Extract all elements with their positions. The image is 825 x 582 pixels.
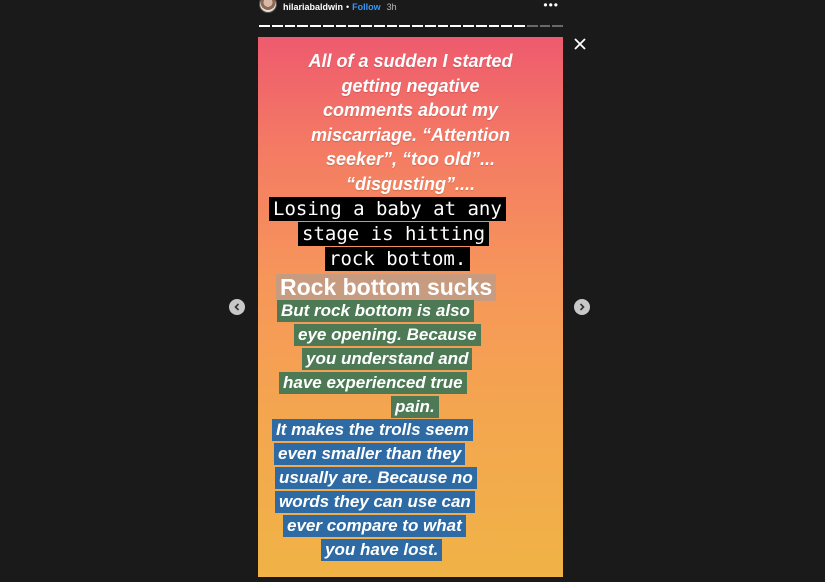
next-story-button[interactable] bbox=[574, 299, 590, 315]
progress-segment bbox=[539, 25, 551, 27]
more-dots-icon[interactable]: ••• bbox=[543, 0, 559, 11]
progress-segment bbox=[386, 25, 398, 27]
green-line: have experienced true bbox=[279, 372, 467, 394]
progress-segment bbox=[284, 25, 296, 27]
blue-line: ever compare to what bbox=[283, 515, 466, 537]
progress-segment bbox=[322, 25, 334, 27]
green-line: pain. bbox=[391, 396, 439, 418]
story-progress-bar bbox=[259, 25, 563, 27]
post-time: 3h bbox=[386, 2, 397, 12]
progress-segment bbox=[335, 25, 347, 27]
story-header: hilariabaldwin • Follow 3h ••• bbox=[259, 0, 563, 14]
progress-segment bbox=[348, 25, 359, 27]
progress-segment bbox=[475, 25, 487, 27]
blue-line: usually are. Because no bbox=[275, 467, 477, 489]
mono-line: stage is hitting bbox=[298, 222, 490, 246]
green-line: eye opening. Because bbox=[294, 324, 481, 346]
progress-segment bbox=[297, 25, 308, 27]
blue-line: you have lost. bbox=[321, 539, 443, 561]
progress-segment bbox=[514, 25, 525, 27]
avatar[interactable] bbox=[259, 0, 277, 13]
chevron-right-icon bbox=[579, 303, 585, 311]
progress-segment bbox=[488, 25, 500, 27]
blue-line: words they can use can bbox=[275, 491, 475, 513]
mono-line: rock bottom. bbox=[325, 247, 471, 271]
progress-segment bbox=[552, 25, 563, 27]
prev-story-button[interactable] bbox=[229, 299, 245, 315]
progress-segment bbox=[361, 25, 372, 27]
progress-segment bbox=[450, 25, 461, 27]
progress-segment bbox=[526, 25, 538, 27]
close-icon[interactable] bbox=[572, 36, 588, 52]
intro-line: getting negative bbox=[341, 75, 480, 96]
intro-line: comments about my bbox=[322, 100, 499, 120]
chevron-left-icon bbox=[234, 303, 240, 311]
progress-segment bbox=[399, 25, 410, 27]
progress-segment bbox=[501, 25, 512, 27]
progress-segment bbox=[463, 25, 474, 27]
green-line: But rock bottom is also bbox=[277, 300, 474, 322]
blue-line: even smaller than they bbox=[274, 443, 466, 465]
intro-line: All of a sudden I started bbox=[308, 51, 513, 71]
progress-segment bbox=[271, 25, 283, 27]
intro-line: “disgusting”.... bbox=[346, 173, 475, 194]
progress-segment bbox=[424, 25, 436, 27]
mono-line: Losing a baby at any bbox=[269, 197, 506, 221]
story-card[interactable]: All of a sudden I started getting negativ… bbox=[258, 37, 563, 577]
progress-segment bbox=[412, 25, 423, 27]
blue-line: It makes the trolls seem bbox=[272, 419, 473, 441]
story-title: Rock bottom sucks bbox=[276, 274, 497, 301]
progress-segment bbox=[310, 25, 321, 27]
progress-segment bbox=[437, 25, 449, 27]
progress-segment bbox=[373, 25, 385, 27]
progress-segment bbox=[259, 25, 270, 27]
intro-line: miscarriage. “Attention bbox=[310, 124, 511, 145]
intro-line: seeker”, “too old”... bbox=[325, 149, 496, 169]
username[interactable]: hilariabaldwin bbox=[283, 2, 343, 12]
green-line: you understand and bbox=[302, 348, 473, 370]
follow-button[interactable]: Follow bbox=[352, 2, 381, 12]
separator-dot: • bbox=[346, 2, 350, 12]
